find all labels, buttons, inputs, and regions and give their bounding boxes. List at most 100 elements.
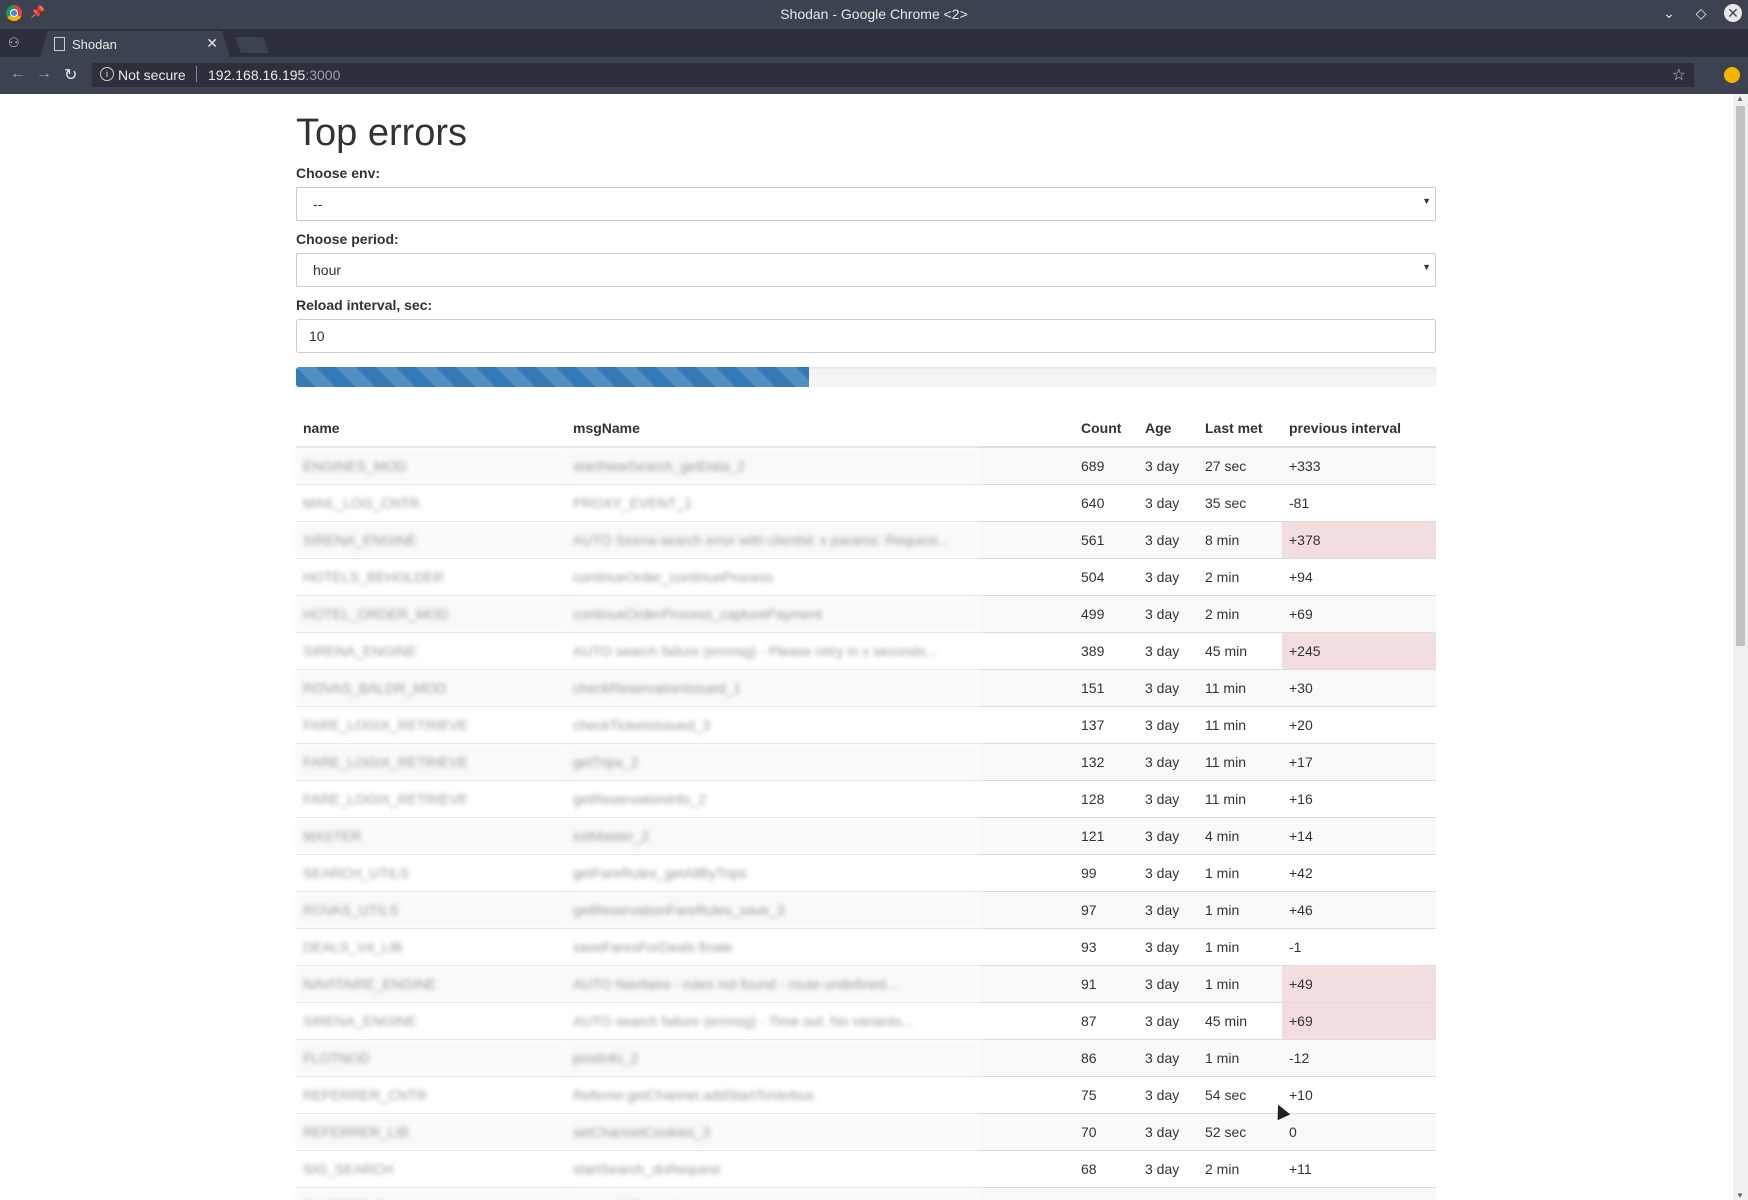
cell-last-met: 11 min bbox=[1198, 706, 1282, 744]
table-row: SIRENA_ENGINE AUTO search failure (errmsg… bbox=[296, 632, 1436, 670]
column-header-name[interactable]: name bbox=[296, 410, 566, 448]
cell-previous-interval: +245 bbox=[1282, 632, 1436, 670]
caret-down-icon: ▼ bbox=[1422, 196, 1431, 206]
reload-interval-input[interactable]: 10 bbox=[296, 319, 1436, 353]
cell-msgname: continueOrder_continueProcess bbox=[566, 558, 980, 596]
cell-msgname: initMaster_2 bbox=[566, 817, 980, 855]
reload-label: Reload interval, sec: bbox=[296, 297, 433, 313]
table-row: MAIL_LOG_CNTR PROXY_EVENT_1 640 3 day 35 sec… bbox=[296, 484, 1436, 522]
url-text: 192.168.16.195:3000 bbox=[208, 67, 340, 83]
cell-name: SIRENA_ENGINE bbox=[296, 521, 566, 559]
cell-spacer bbox=[980, 1039, 1074, 1077]
cell-spacer bbox=[980, 965, 1074, 1003]
cell-age: 3 day bbox=[1138, 743, 1198, 781]
page-title: Top errors bbox=[296, 112, 468, 154]
cell-age: 3 day bbox=[1138, 854, 1198, 892]
cell-age: 3 day bbox=[1138, 1113, 1198, 1151]
table-row: SIG_SEARCH startSearch_doRequest 68 3 day 2 … bbox=[296, 1150, 1436, 1188]
env-select[interactable]: -- ▼ bbox=[296, 187, 1436, 221]
reload-icon[interactable]: ↻ bbox=[64, 65, 77, 85]
back-icon[interactable]: ← bbox=[10, 65, 26, 83]
cell-msgname: getTrips_2 bbox=[566, 743, 980, 781]
close-window-icon[interactable]: ✕ bbox=[1724, 4, 1742, 22]
cell-last-met: 1 min bbox=[1198, 1039, 1282, 1077]
cell-count: 151 bbox=[1074, 669, 1138, 707]
bookmark-star-icon[interactable]: ☆ bbox=[1672, 65, 1686, 85]
reload-progress bbox=[296, 367, 1436, 387]
table-row: SIRENA_ENGINE AUTO Sirena search error wi… bbox=[296, 521, 1436, 559]
window-titlebar: 📌 Shodan - Google Chrome <2> ⌄ ◇ ✕ bbox=[0, 0, 1748, 29]
cell-spacer bbox=[980, 743, 1074, 781]
cell-count: 70 bbox=[1074, 1113, 1138, 1151]
cell-spacer bbox=[980, 1150, 1074, 1188]
cell-name: FARE_LOGIX_RETRIEVE bbox=[296, 743, 566, 781]
table-row: REFERRER_CNTR Referrer.getChannel.addStar… bbox=[296, 1076, 1436, 1114]
cell-previous-interval: +94 bbox=[1282, 558, 1436, 596]
column-header-age[interactable]: Age bbox=[1138, 410, 1198, 448]
page-scrollbar[interactable]: ▲ ▼ bbox=[1733, 94, 1748, 1200]
cell-msgname: continueOrderProcess_capturePayment bbox=[566, 595, 980, 633]
new-tab-button[interactable] bbox=[235, 37, 269, 53]
cell-previous-interval: +14 bbox=[1282, 817, 1436, 855]
cell-last-met: 2 min bbox=[1198, 595, 1282, 633]
cell-name: REFERRER_LIB bbox=[296, 1113, 566, 1151]
cell-previous-interval: -13 bbox=[1282, 1187, 1436, 1200]
maximize-icon[interactable]: ◇ bbox=[1692, 4, 1710, 22]
cell-name: MASTER bbox=[296, 817, 566, 855]
cell-spacer bbox=[980, 595, 1074, 633]
scroll-down-icon[interactable]: ▼ bbox=[1736, 1191, 1744, 1200]
cell-count: 499 bbox=[1074, 595, 1138, 633]
cell-name: SIG_SEARCH bbox=[296, 1150, 566, 1188]
table-header-row: name msgName Count Age Last met previous… bbox=[296, 410, 1436, 448]
env-label: Choose env: bbox=[296, 165, 381, 181]
cell-msgname: AUTO Sirena search error with clientId: … bbox=[566, 521, 980, 559]
cell-spacer bbox=[980, 928, 1074, 966]
url-field[interactable]: i Not secure 192.168.16.195:3000 ☆ bbox=[92, 63, 1694, 87]
cell-age: 3 day bbox=[1138, 1039, 1198, 1077]
tab-shodan[interactable]: Shodan ✕ bbox=[40, 31, 230, 57]
period-select[interactable]: hour ▼ bbox=[296, 253, 1436, 287]
cell-previous-interval: +49 bbox=[1282, 965, 1436, 1003]
column-header-msgname[interactable]: msgName bbox=[566, 410, 980, 448]
scroll-up-icon[interactable]: ▲ bbox=[1736, 94, 1744, 103]
scrollbar-thumb[interactable] bbox=[1736, 106, 1745, 646]
cell-spacer bbox=[980, 1002, 1074, 1040]
table-row: FLOTNOD postInfo_2 86 3 day 1 min -12 bbox=[296, 1039, 1436, 1077]
table-row: NAVITAIRE_ENGINE AUTO Navitaire - rules n… bbox=[296, 965, 1436, 1003]
table-row: CLUSTER_0uncaughtException 613 day6 min-1… bbox=[296, 1187, 1436, 1200]
extension-icon[interactable] bbox=[1724, 67, 1740, 83]
cell-msgname: setChannelCookies_3 bbox=[566, 1113, 980, 1151]
forward-icon[interactable]: → bbox=[36, 65, 52, 83]
cell-name: CLUSTER_0 bbox=[296, 1187, 566, 1200]
cell-name: ROVAS_UTILS bbox=[296, 891, 566, 929]
cell-msgname: AUTO Navitaire - rules not found - route… bbox=[566, 965, 980, 1003]
caret-down-icon: ▼ bbox=[1422, 262, 1431, 272]
cell-last-met: 27 sec bbox=[1198, 446, 1282, 485]
cell-previous-interval: 0 bbox=[1282, 1113, 1436, 1151]
cell-spacer bbox=[980, 669, 1074, 707]
cell-previous-interval: +46 bbox=[1282, 891, 1436, 929]
minimize-icon[interactable]: ⌄ bbox=[1660, 4, 1678, 22]
tab-bar: ⚇ Shodan ✕ bbox=[0, 29, 1748, 57]
table-row: DEALS_V4_LIB saveFaresForDeals finale 93 3 … bbox=[296, 928, 1436, 966]
info-icon[interactable]: i bbox=[100, 67, 114, 81]
cell-msgname: saveFaresForDeals finale bbox=[566, 928, 980, 966]
cell-last-met: 1 min bbox=[1198, 891, 1282, 929]
cell-spacer bbox=[980, 854, 1074, 892]
cell-spacer bbox=[980, 891, 1074, 929]
cell-previous-interval: +333 bbox=[1282, 446, 1436, 485]
cell-spacer bbox=[980, 446, 1074, 485]
table-row: SEARCH_UTILS getFareRules_getAllByTrips 99… bbox=[296, 854, 1436, 892]
cell-count: 128 bbox=[1074, 780, 1138, 818]
column-header-last-met[interactable]: Last met bbox=[1198, 410, 1282, 448]
cell-name: ROVAS_BALDR_MOD bbox=[296, 669, 566, 707]
cell-spacer bbox=[980, 521, 1074, 559]
url-port: :3000 bbox=[305, 67, 341, 83]
url-host: 192.168.16.195 bbox=[208, 67, 306, 83]
column-header-previous-interval[interactable]: previous interval bbox=[1282, 410, 1436, 448]
env-select-value: -- bbox=[313, 196, 323, 212]
tab-close-icon[interactable]: ✕ bbox=[206, 35, 218, 52]
cell-count: 389 bbox=[1074, 632, 1138, 670]
column-header-count[interactable]: Count bbox=[1074, 410, 1138, 448]
table-row: HOTELS_BEHOLDER continueOrder_continuePro… bbox=[296, 558, 1436, 596]
